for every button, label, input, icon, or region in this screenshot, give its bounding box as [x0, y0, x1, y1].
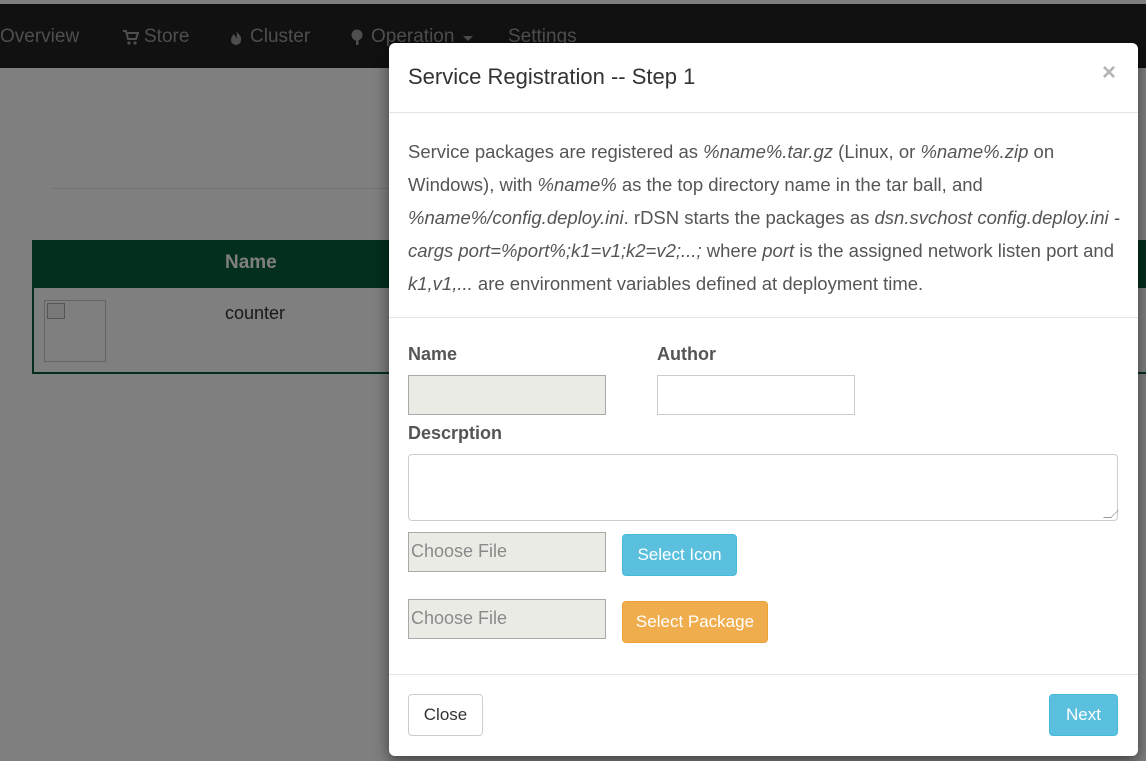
intro-code-text: %name%.zip: [920, 141, 1029, 162]
intro-text: where: [701, 240, 763, 261]
intro-text: (Linux, or: [833, 141, 921, 162]
close-button[interactable]: Close: [408, 694, 483, 736]
modal-header: Service Registration -- Step 1 ×: [389, 43, 1138, 113]
intro-code-text: port: [762, 240, 795, 261]
divider: [389, 317, 1138, 318]
intro-code-text: %name%: [537, 174, 617, 195]
name-field[interactable]: [408, 375, 606, 415]
service-registration-modal: Service Registration -- Step 1 × Service…: [389, 43, 1138, 756]
registration-instructions: Service packages are registered as %name…: [408, 135, 1128, 300]
intro-code-text: %name%/config.deploy.ini: [408, 207, 624, 228]
select-icon-button[interactable]: Select Icon: [622, 534, 737, 576]
description-label: Descrption: [408, 423, 503, 443]
intro-text: Service packages are registered as: [408, 141, 704, 162]
close-icon[interactable]: ×: [1102, 61, 1116, 85]
name-label: Name: [408, 344, 458, 364]
intro-code-text: k1,v1,...: [408, 273, 473, 294]
intro-text: is the assigned network listen port and: [794, 240, 1114, 261]
package-file-input[interactable]: Choose File: [408, 599, 606, 639]
intro-code-text: %name%.tar.gz: [703, 141, 834, 162]
author-label: Author: [657, 344, 716, 364]
description-textarea[interactable]: [408, 454, 1119, 521]
intro-text: are environment variables defined at dep…: [472, 273, 924, 294]
intro-text: . rDSN starts the packages as: [623, 207, 875, 228]
intro-text: as the top directory name in the tar bal…: [616, 174, 983, 195]
resize-handle-icon[interactable]: [1103, 510, 1119, 518]
divider: [389, 674, 1138, 675]
next-button[interactable]: Next: [1049, 694, 1118, 736]
author-field[interactable]: [657, 375, 855, 415]
modal-title: Service Registration -- Step 1: [408, 64, 696, 89]
select-package-button[interactable]: Select Package: [622, 601, 768, 643]
icon-file-input[interactable]: Choose File: [408, 532, 606, 572]
